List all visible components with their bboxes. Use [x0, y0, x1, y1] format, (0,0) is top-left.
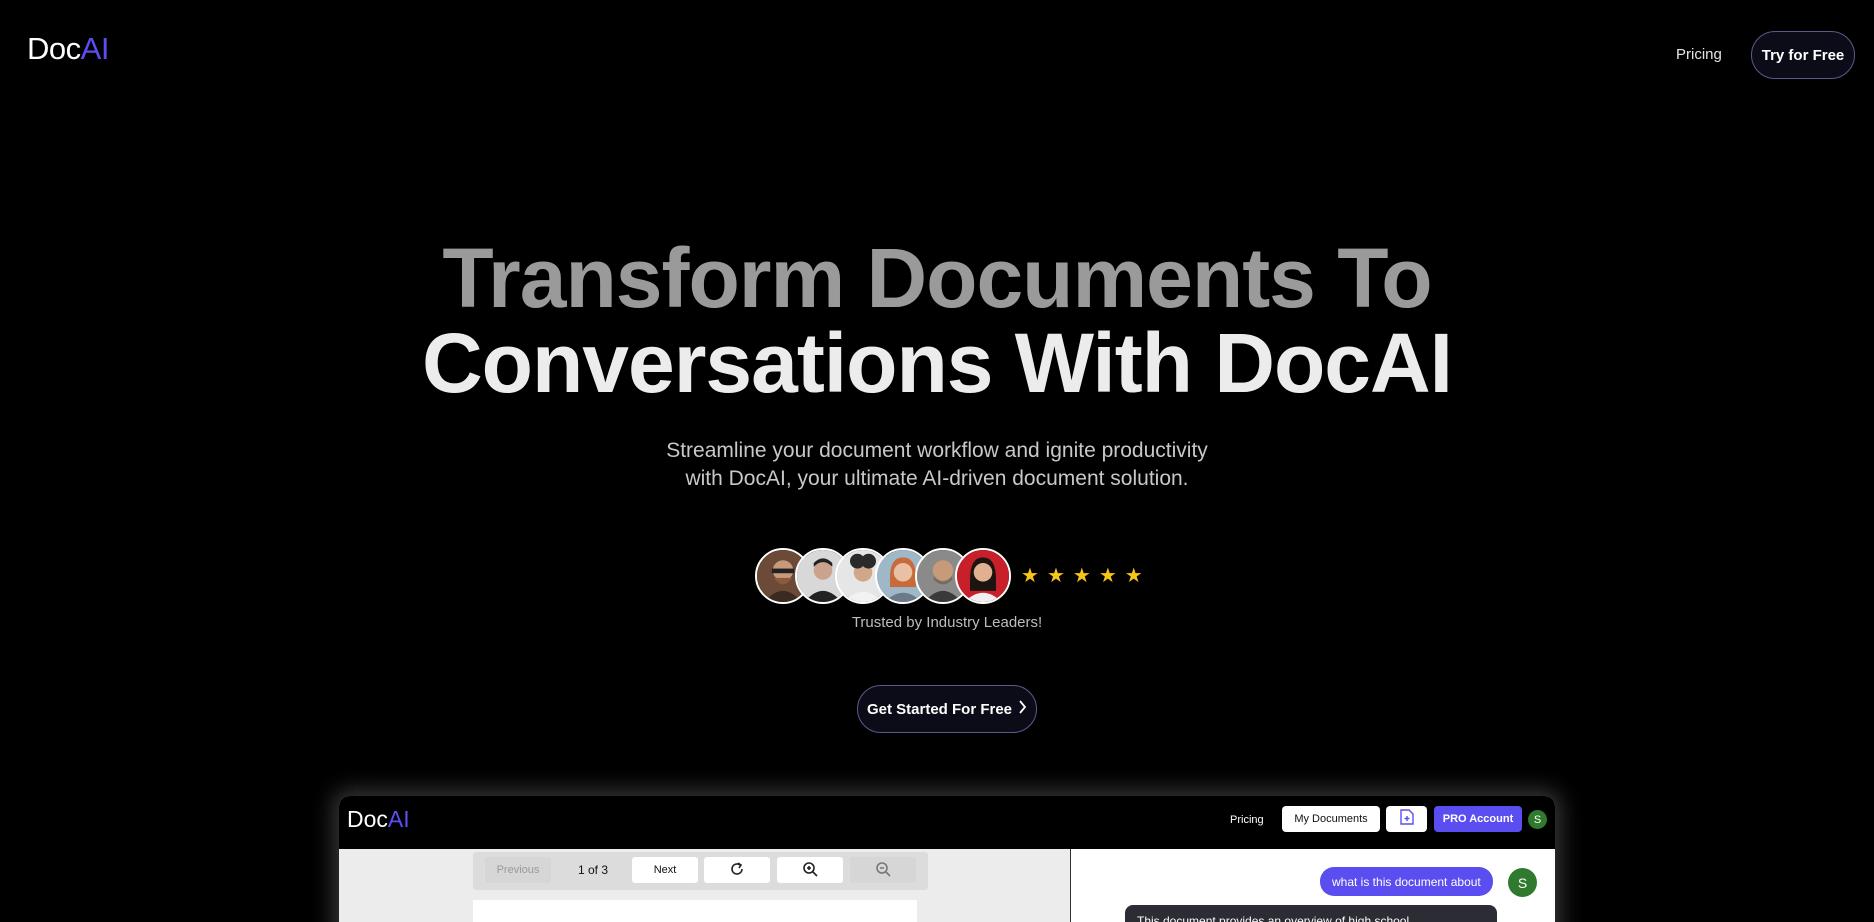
rating-stars: ★ ★ ★ ★ ★	[1021, 565, 1143, 587]
chat-user-avatar: S	[1508, 868, 1537, 897]
testimonial-avatars	[755, 548, 1015, 604]
logo[interactable]: DocAI	[27, 31, 109, 67]
bot-message: This document provides an overview of hi…	[1125, 905, 1497, 922]
file-plus-icon	[1399, 808, 1414, 830]
zoom-in-icon	[802, 861, 818, 880]
user-message: what is this document about	[1320, 867, 1493, 896]
trusted-text: Trusted by Industry Leaders!	[851, 614, 1043, 631]
landing-page: DocAI Pricing Try for Free Transform Doc…	[0, 0, 1874, 922]
preview-logo-ai: AI	[387, 806, 410, 832]
previous-page-button[interactable]: Previous	[485, 857, 551, 883]
star-icon: ★	[1072, 565, 1091, 587]
rotate-button[interactable]	[704, 857, 770, 883]
app-preview: DocAI Pricing My Documents PRO Account S…	[339, 796, 1555, 922]
star-icon: ★	[1021, 565, 1039, 587]
user-avatar[interactable]: S	[1528, 810, 1547, 829]
chat-panel: what is this document about S This docum…	[1071, 849, 1555, 922]
try-for-free-button[interactable]: Try for Free	[1751, 31, 1855, 79]
get-started-button[interactable]: Get Started For Free	[857, 685, 1037, 733]
hero-title-line2: Conversations With DocAI	[421, 316, 1453, 410]
document-page	[473, 900, 917, 922]
page-indicator: 1 of 3	[577, 863, 609, 877]
zoom-out-icon	[875, 861, 891, 880]
star-icon: ★	[1046, 565, 1065, 587]
star-icon: ★	[1124, 565, 1143, 587]
chevron-right-icon	[1018, 700, 1027, 718]
preview-logo-doc: Doc	[347, 806, 388, 832]
preview-header: DocAI Pricing My Documents PRO Account S	[339, 796, 1555, 849]
preview-logo[interactable]: DocAI	[347, 806, 410, 833]
star-icon: ★	[1098, 565, 1117, 587]
hero-subtitle-line1: Streamline your document workflow and ig…	[666, 439, 1208, 462]
my-documents-button[interactable]: My Documents	[1282, 806, 1380, 832]
pro-account-button[interactable]: PRO Account	[1434, 806, 1522, 832]
zoom-in-button[interactable]	[777, 857, 843, 883]
get-started-label: Get Started For Free	[866, 700, 1013, 718]
next-page-button[interactable]: Next	[632, 857, 698, 883]
hero-title-line1: Transform Documents To	[442, 231, 1432, 325]
upload-document-button[interactable]	[1386, 806, 1427, 832]
logo-doc: Doc	[27, 31, 81, 66]
rotate-icon	[729, 861, 745, 880]
logo-ai: AI	[80, 31, 110, 66]
viewer-toolbar: Previous 1 of 3 Next	[473, 852, 928, 890]
hero-subtitle-line2: with DocAI, your ultimate AI-driven docu…	[685, 467, 1189, 490]
avatar	[955, 548, 1011, 604]
nav-pricing-link[interactable]: Pricing	[1676, 46, 1722, 63]
document-viewer: Previous 1 of 3 Next	[339, 849, 1070, 922]
preview-pricing-link[interactable]: Pricing	[1230, 814, 1264, 826]
zoom-out-button[interactable]	[850, 857, 916, 883]
